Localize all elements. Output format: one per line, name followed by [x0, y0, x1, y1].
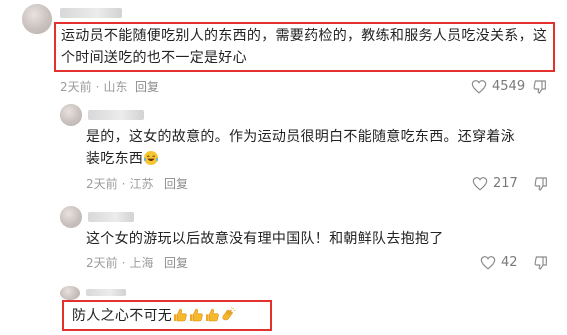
comment-location: 上海	[129, 256, 154, 270]
thumbs-up-emoji	[174, 308, 187, 322]
avatar[interactable]	[22, 4, 52, 34]
like-button[interactable]: 4549	[471, 79, 525, 94]
comment-text: 运动员不能随便吃别人的东西的，需要药检的，教练和服务人员吃没关系，这个时间送吃的…	[61, 28, 548, 66]
comment-time: 2天前	[86, 177, 118, 191]
like-button[interactable]: 217	[472, 176, 518, 191]
heart-outline-icon	[471, 80, 487, 94]
avatar[interactable]	[60, 104, 82, 126]
reply-button[interactable]: 回复	[164, 256, 188, 270]
comment-time: 2天前	[60, 80, 92, 94]
username[interactable]	[60, 8, 122, 18]
clapping-hands-emoji	[222, 307, 236, 321]
comment-meta: 2天前 · 江苏	[86, 177, 154, 191]
thumbs-down-outline-icon[interactable]	[533, 176, 549, 192]
comment-meta: 2天前 · 上海	[86, 256, 154, 270]
avatar[interactable]	[60, 286, 80, 300]
heart-outline-icon	[480, 256, 496, 270]
avatar[interactable]	[60, 206, 82, 228]
comment-location: 江苏	[129, 177, 154, 191]
thumbs-up-emoji	[206, 308, 219, 322]
comment-feed: 运动员不能随便吃别人的东西的，需要药检的，教练和服务人员吃没关系，这个时间送吃的…	[0, 0, 567, 335]
heart-outline-icon	[472, 177, 488, 191]
like-count: 42	[501, 254, 518, 270]
username[interactable]	[88, 110, 144, 120]
reply-button[interactable]: 回复	[164, 177, 188, 191]
comment-location: 山东	[103, 80, 128, 94]
comment-text: 是的，这女的故意的。作为运动员很明白不能随意吃东西。还穿着泳装吃东西	[86, 129, 515, 167]
username[interactable]	[88, 212, 134, 222]
thumbs-down-outline-icon[interactable]	[532, 79, 548, 95]
thumbs-down-outline-icon[interactable]	[533, 255, 549, 271]
laughing-tears-emoji	[144, 151, 159, 165]
like-count: 4549	[492, 78, 526, 94]
comment-meta: 2天前 · 山东	[60, 80, 128, 94]
comment-text: 防人之心不可无	[72, 305, 272, 327]
comment-text: 这个女的游玩以后故意没有理中国队！和朝鲜队去抱抱了	[86, 231, 444, 247]
thumbs-up-emoji	[190, 308, 203, 322]
reply-button[interactable]: 回复	[135, 80, 159, 94]
like-count: 217	[493, 175, 518, 191]
username[interactable]	[86, 289, 126, 296]
comment-time: 2天前	[86, 256, 118, 270]
like-button[interactable]: 42	[480, 255, 518, 270]
